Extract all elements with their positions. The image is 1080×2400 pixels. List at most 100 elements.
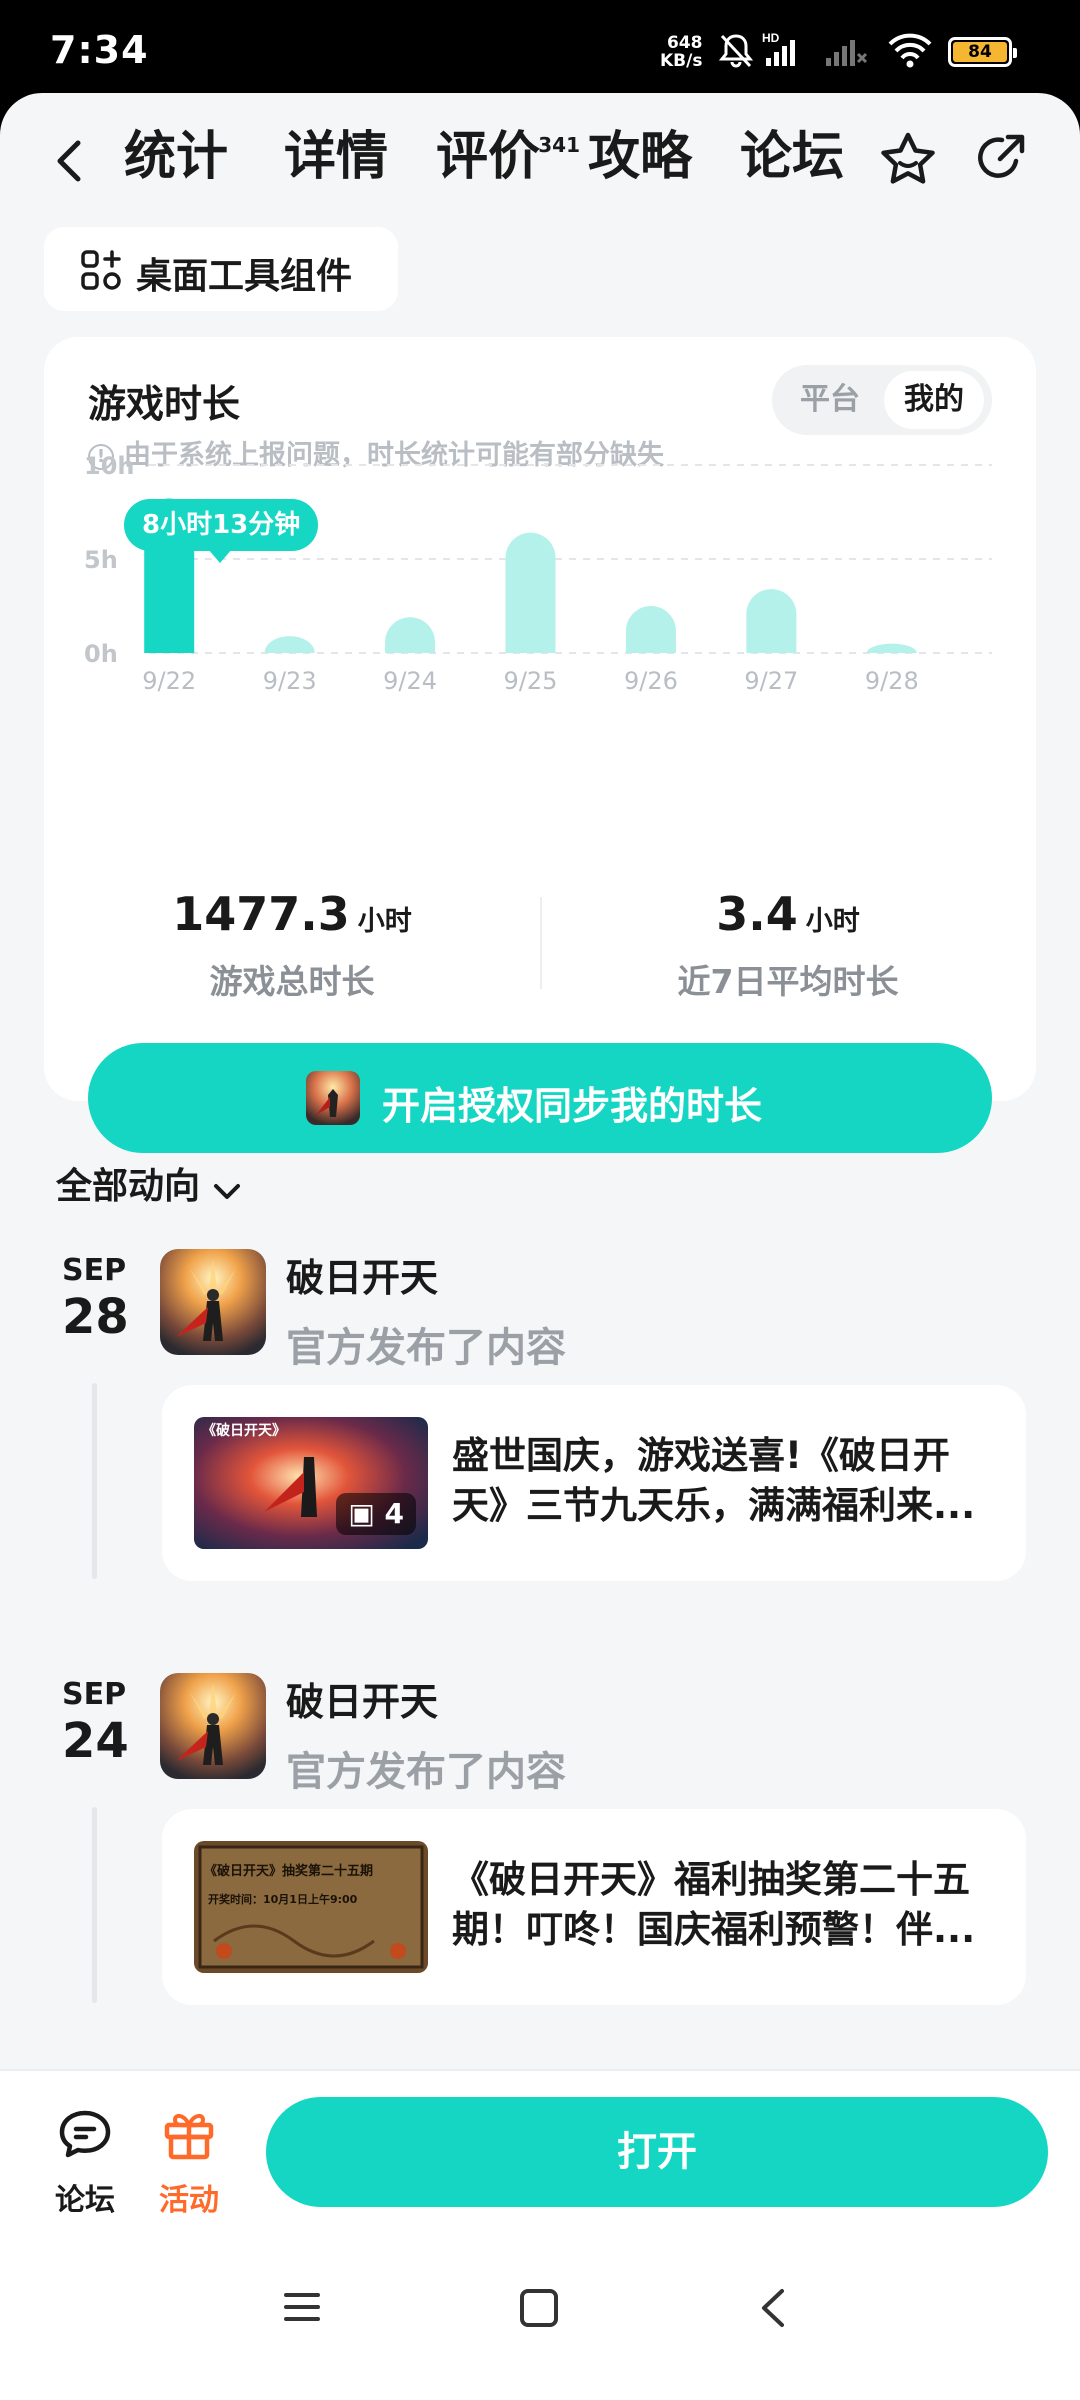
feed-day: 28 (62, 1289, 129, 1345)
tab-stats-label: 统计 (124, 127, 229, 187)
image-count: 4 (384, 1497, 404, 1530)
activity-button[interactable]: 活动 (144, 2107, 234, 2219)
bottom-action-bar: 论坛 活动 打开 (0, 2069, 1080, 2239)
net-speed-unit: KB/s (660, 51, 703, 71)
bar-tooltip: 8小时13分钟 (124, 499, 319, 563)
x-tick-label: 9/26 (624, 667, 678, 695)
favorite-star-icon[interactable] (878, 129, 938, 189)
post-card[interactable]: 《破日开天》 ▣ 4 盛世国庆，游戏送喜!《破日开天》三节九天乐，满满福利来..… (162, 1385, 1026, 1581)
chart-bar-9/23[interactable] (264, 636, 315, 653)
status-time: 7:34 (50, 28, 149, 72)
feed-action: 官方发布了内容 (286, 1749, 566, 1795)
feed-game-name[interactable]: 破日开天 (286, 1671, 438, 1726)
total-playtime-label: 游戏总时长 (209, 962, 375, 1001)
feed-month: SEP (62, 1677, 127, 1712)
image-count-badge: ▣ 4 (336, 1493, 416, 1535)
playtime-card: 游戏时长 ! 由于系统上报问题，时长统计可能有部分缺失 平台 我的 10h 5h 0h… (44, 337, 1036, 1153)
home-nav-icon[interactable] (518, 2287, 560, 2333)
x-tick-label: 9/25 (504, 667, 558, 695)
total-playtime-value: 1477.3 (172, 887, 350, 941)
chart-bar-9/24[interactable] (385, 617, 436, 653)
chart-bar-9/25[interactable] (505, 532, 556, 653)
total-playtime: 1477.3 小时 游戏总时长 (44, 887, 540, 1003)
forum-label: 论坛 (55, 2183, 115, 2218)
post-text: 《破日开天》福利抽奖第二十五期！叮咚！国庆福利预警！伴... (452, 1858, 976, 1951)
feed-action: 官方发布了内容 (286, 1325, 566, 1371)
tab-guides[interactable]: 攻略 (588, 127, 692, 187)
tab-forum[interactable]: 论坛 (740, 127, 844, 187)
game-avatar[interactable] (160, 1249, 266, 1355)
thumb-sub-text: 开奖时间：10月1日上午9:00 (208, 1892, 358, 1906)
chart-bar-9/26[interactable] (625, 606, 676, 653)
x-tick-label: 9/28 (865, 667, 919, 695)
x-tick-label: 9/22 (142, 667, 196, 695)
chevron-down-icon (214, 1184, 241, 1199)
chart-bar-9/28[interactable] (866, 643, 917, 653)
activity-filter[interactable]: 全部动向 (56, 1157, 242, 1209)
tab-forum-label: 论坛 (740, 127, 845, 187)
thumb-title-text: 《破日开天》 (202, 1422, 286, 1439)
game-page: 统计 详情 评价 341 攻略 论坛 桌面工具组件 游戏时长 ! 由于系统上报问… (0, 93, 1080, 2400)
battery-icon: 84 (948, 37, 1017, 67)
activity-label: 活动 (159, 2183, 219, 2218)
feed-game-name[interactable]: 破日开天 (286, 1247, 438, 1302)
avg-playtime: 3.4 小时 近7日平均时长 (540, 887, 1036, 1003)
open-game-button[interactable]: 打开 (266, 2097, 1048, 2207)
network-speed: 648 KB/s (660, 34, 702, 70)
playtime-bar-chart: 10h 5h 0h 9/22 9/23 9/24 9/25 9/26 9/27 9/28 (84, 452, 992, 695)
tab-guides-label: 攻略 (588, 127, 693, 187)
sync-playtime-button[interactable]: 开启授权同步我的时长 (88, 1043, 992, 1153)
tab-reviews-label: 评价 (436, 127, 541, 187)
game-icon (306, 1071, 360, 1125)
back-nav-icon[interactable] (756, 2287, 792, 2333)
menu-nav-icon[interactable] (282, 2287, 322, 2331)
x-tick-label: 9/24 (383, 667, 437, 695)
tab-details[interactable]: 详情 (284, 127, 388, 187)
avg-playtime-unit: 小时 (805, 906, 860, 937)
y-tick-label: 0h (84, 640, 118, 668)
y-tick-label: 10h (84, 452, 134, 480)
tab-reviews[interactable]: 评价 341 (436, 127, 580, 187)
x-tick-label: 9/27 (744, 667, 798, 695)
status-bar: 7:34 648 KB/s HD 84 (0, 0, 1080, 100)
game-avatar[interactable] (160, 1673, 266, 1779)
timeline-line (92, 1383, 97, 1579)
back-arrow-icon[interactable] (52, 137, 88, 185)
post-thumbnail: 《破日开天》 ▣ 4 (194, 1417, 428, 1549)
y-tick-label: 5h (84, 546, 118, 574)
tab-details-label: 详情 (284, 127, 389, 187)
wifi-icon (888, 33, 932, 68)
forum-button[interactable]: 论坛 (40, 2107, 130, 2219)
signal-icon: HD (762, 31, 795, 66)
x-tick-label: 9/23 (263, 667, 317, 695)
thumb-title-text: 《破日开天》抽奖第二十五期 (204, 1863, 373, 1879)
post-thumbnail-image: 《破日开天》抽奖第二十五期 开奖时间：10月1日上午9:00 (194, 1841, 428, 1973)
avg-playtime-value: 3.4 (716, 887, 798, 941)
top-nav: 统计 详情 评价 341 攻略 论坛 (0, 93, 1080, 223)
desktop-widget-chip[interactable]: 桌面工具组件 (44, 227, 398, 311)
svg-text:HD: HD (762, 31, 780, 45)
total-playtime-unit: 小时 (357, 906, 412, 937)
share-icon[interactable] (970, 129, 1030, 189)
forum-chat-icon (59, 2110, 111, 2158)
widgets-icon (81, 250, 121, 290)
post-text: 盛世国庆，游戏送喜!《破日开天》三节九天乐，满满福利来... (452, 1434, 976, 1527)
post-card[interactable]: 《破日开天》抽奖第二十五期 开奖时间：10月1日上午9:00 《破日开天》福利抽… (162, 1809, 1026, 2005)
review-count-badge: 341 (538, 133, 581, 157)
sync-playtime-label: 开启授权同步我的时长 (382, 1084, 763, 1128)
mute-bell-icon (718, 34, 754, 68)
net-speed-value: 648 (666, 33, 703, 53)
system-nav-bar (0, 2239, 1080, 2400)
activity-filter-label: 全部动向 (56, 1166, 201, 1207)
feed-month: SEP (62, 1253, 127, 1288)
chart-bar-9/27[interactable] (746, 589, 797, 653)
gift-icon (164, 2113, 214, 2160)
avg-playtime-label: 近7日平均时长 (677, 962, 899, 1001)
timeline-line (92, 1807, 97, 2003)
tab-stats[interactable]: 统计 (120, 127, 233, 193)
signal-off-icon (826, 40, 868, 66)
desktop-widget-label: 桌面工具组件 (136, 256, 353, 297)
post-thumbnail: 《破日开天》抽奖第二十五期 开奖时间：10月1日上午9:00 (194, 1841, 428, 1973)
feed-day: 24 (62, 1713, 129, 1769)
battery-level: 84 (953, 42, 1007, 62)
